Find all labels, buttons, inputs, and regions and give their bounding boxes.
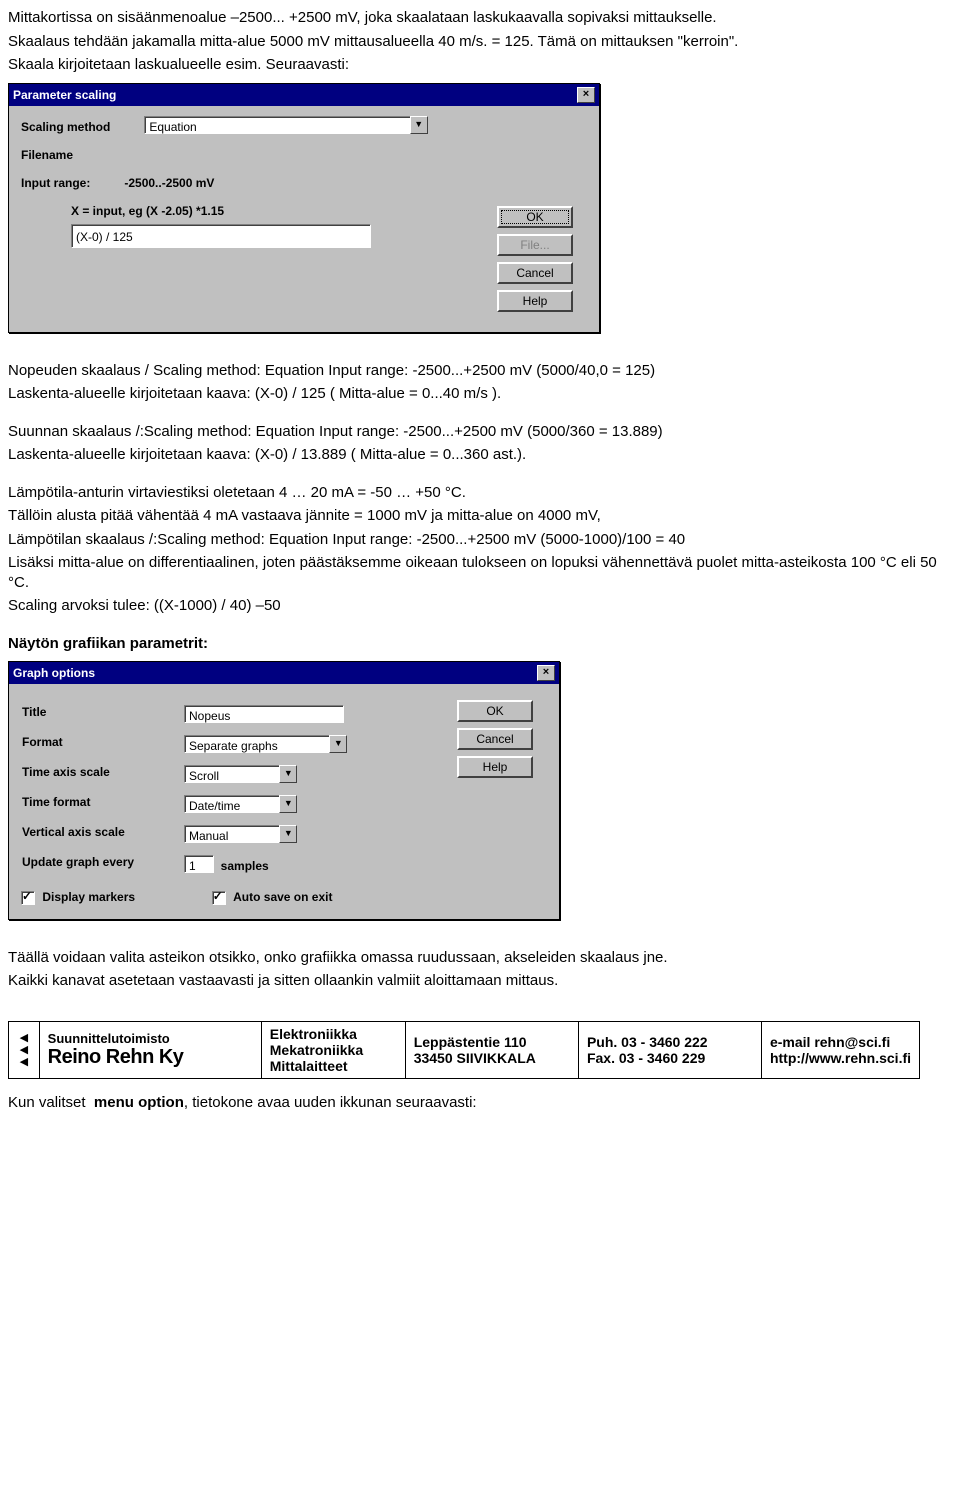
samples-label: samples — [221, 859, 269, 873]
help-button[interactable]: Help — [497, 290, 573, 312]
suunta-line-2: Laskenta-alueelle kirjoitetaan kaava: (X… — [8, 445, 952, 465]
update-every-label: Update graph every — [21, 854, 135, 870]
lampo-line-1: Lämpötila-anturin virtaviestiksi oleteta… — [8, 483, 952, 503]
company-footer: ◀◀◀ Suunnittelutoimisto Reino Rehn Ky El… — [8, 1021, 920, 1079]
lampo-line-2: Tällöin alusta pitää vähentää 4 mA vasta… — [8, 506, 952, 526]
dialog1-title: Parameter scaling — [13, 88, 116, 102]
cancel-button[interactable]: Cancel — [497, 262, 573, 284]
close-icon[interactable]: × — [537, 665, 555, 681]
time-axis-select[interactable]: Scroll — [184, 765, 294, 783]
lampo-line-5: Scaling arvoksi tulee: ((X-1000) / 40) –… — [8, 596, 952, 616]
nopeus-line-2: Laskenta-alueelle kirjoitetaan kaava: (X… — [8, 384, 952, 404]
scaling-method-label: Scaling method — [21, 120, 141, 134]
formula-input[interactable]: (X-0) / 125 — [71, 224, 371, 248]
update-every-input[interactable]: 1 — [184, 855, 214, 873]
suunta-line-1: Suunnan skaalaus /:Scaling method: Equat… — [8, 422, 952, 442]
brand-small: Suunnittelutoimisto — [48, 1031, 253, 1046]
nopeus-line-1: Nopeuden skaalaus / Scaling method: Equa… — [8, 361, 952, 381]
vertical-axis-select[interactable]: Manual — [184, 825, 294, 843]
title-label: Title — [21, 704, 183, 720]
footer-col5b: http://www.rehn.sci.fi — [770, 1050, 911, 1066]
footer-col2a: Elektroniikka — [270, 1026, 397, 1042]
time-format-select[interactable]: Date/time — [184, 795, 294, 813]
footer-col2c: Mittalaitteet — [270, 1058, 397, 1074]
footer-col2b: Mekatroniikka — [270, 1042, 397, 1058]
display-markers-checkbox[interactable] — [21, 891, 35, 905]
intro-line-1: Mittakortissa on sisäänmenoalue –2500...… — [8, 8, 952, 28]
footer-col4a: Puh. 03 - 3460 222 — [587, 1034, 753, 1050]
auto-save-checkbox[interactable] — [212, 891, 226, 905]
parameter-scaling-dialog: Parameter scaling × Scaling method Equat… — [8, 83, 600, 333]
chevron-down-icon[interactable]: ▼ — [279, 795, 297, 813]
format-select[interactable]: Separate graphs — [184, 735, 344, 753]
chevron-down-icon[interactable]: ▼ — [329, 735, 347, 753]
after-line-2: Kaikki kanavat asetetaan vastaavasti ja … — [8, 971, 952, 991]
footer-col4b: Fax. 03 - 3460 229 — [587, 1050, 753, 1066]
display-markers-label: Display markers — [42, 890, 135, 904]
input-range-label: Input range: — [21, 176, 121, 190]
ok-button[interactable]: OK — [457, 700, 533, 722]
footer-col5a: e-mail rehn@sci.fi — [770, 1034, 911, 1050]
time-format-label: Time format — [21, 794, 91, 810]
footer-col3a: Leppästentie 110 — [414, 1034, 570, 1050]
last-line: Kun valitset menu option, tietokone avaa… — [8, 1093, 952, 1113]
lampo-line-3: Lämpötilan skaalaus /:Scaling method: Eq… — [8, 530, 952, 550]
footer-arrows: ◀◀◀ — [9, 1022, 40, 1078]
graph-options-dialog: Graph options × Title Nopeus Format Sepa… — [8, 661, 560, 920]
vertical-axis-label: Vertical axis scale — [21, 824, 126, 840]
footer-col3b: 33450 SIIVIKKALA — [414, 1050, 570, 1066]
title-input[interactable]: Nopeus — [184, 705, 344, 723]
chevron-down-icon[interactable]: ▼ — [279, 765, 297, 783]
scaling-method-select[interactable]: Equation — [144, 116, 424, 134]
help-button[interactable]: Help — [457, 756, 533, 778]
chevron-down-icon[interactable]: ▼ — [410, 116, 428, 134]
lampo-line-4: Lisäksi mitta-alue on differentiaalinen,… — [8, 553, 952, 592]
auto-save-label: Auto save on exit — [233, 890, 332, 904]
file-button[interactable]: File... — [497, 234, 573, 256]
ok-button[interactable]: OK — [497, 206, 573, 228]
cancel-button[interactable]: Cancel — [457, 728, 533, 750]
x-input-label: X = input, eg (X -2.05) *1.15 — [71, 204, 224, 218]
input-range-value: -2500..-2500 mV — [124, 176, 214, 190]
intro-line-2: Skaalaus tehdään jakamalla mitta-alue 50… — [8, 32, 952, 52]
intro-line-3: Skaala kirjoitetaan laskualueelle esim. … — [8, 55, 952, 75]
brand-big: Reino Rehn Ky — [48, 1046, 253, 1069]
time-axis-label: Time axis scale — [21, 764, 111, 780]
close-icon[interactable]: × — [577, 87, 595, 103]
filename-label: Filename — [21, 148, 73, 162]
format-label: Format — [21, 734, 64, 750]
graph-params-heading: Näytön grafiikan parametrit: — [8, 634, 952, 654]
chevron-down-icon[interactable]: ▼ — [279, 825, 297, 843]
after-line-1: Täällä voidaan valita asteikon otsikko, … — [8, 948, 952, 968]
dialog2-title: Graph options — [13, 666, 95, 680]
